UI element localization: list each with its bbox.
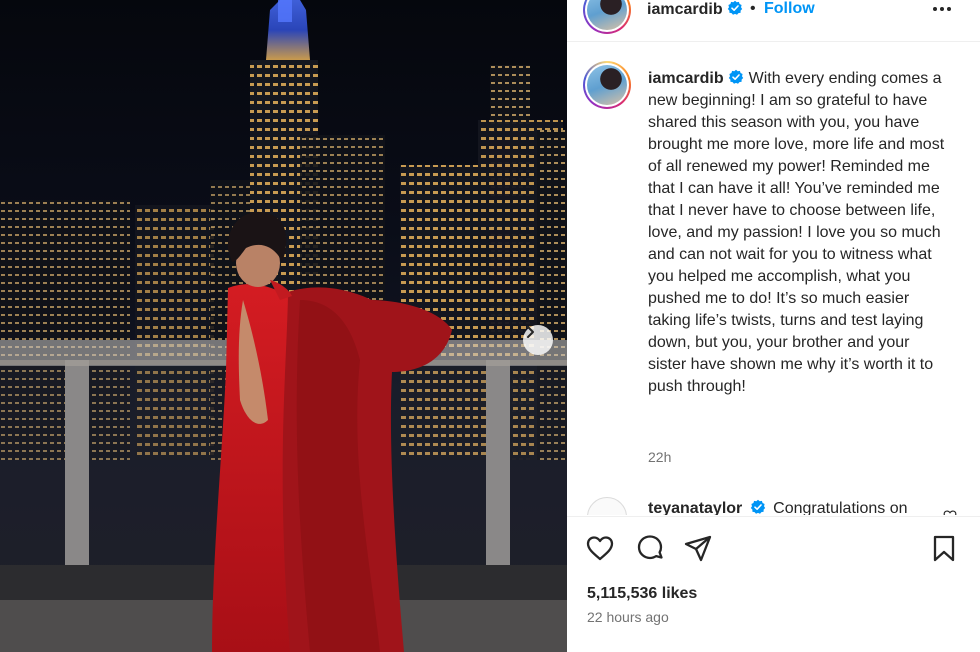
verified-badge-icon	[750, 499, 765, 514]
next-photo-button[interactable]	[523, 325, 553, 355]
post-timestamp[interactable]: 22 hours ago	[587, 609, 669, 625]
commenter-username[interactable]: teyanataylor	[648, 500, 742, 515]
post-header: iamcardib • Follow	[567, 0, 980, 42]
more-options-icon[interactable]	[931, 0, 953, 18]
comment-bubble-icon[interactable]	[635, 533, 665, 563]
paper-plane-icon[interactable]	[683, 533, 713, 563]
commenter-avatar[interactable]	[587, 497, 627, 515]
caption-author-avatar[interactable]	[583, 61, 631, 109]
bookmark-icon[interactable]	[929, 533, 959, 563]
header-separator: •	[750, 0, 756, 17]
verified-badge-icon	[728, 69, 743, 84]
likes-count[interactable]: 5,115,536 likes	[587, 585, 697, 603]
follow-button[interactable]: Follow	[764, 0, 815, 18]
chevron-right-icon	[527, 326, 534, 338]
verified-badge-icon	[727, 0, 743, 15]
post-photo[interactable]	[0, 0, 567, 652]
post-details-panel: iamcardib • Follow iamcardib With every …	[567, 0, 980, 652]
author-username-link[interactable]: iamcardib	[647, 0, 743, 19]
comment-text-line: teyanataylor Congratulations on	[648, 499, 907, 515]
post-actions: 5,115,536 likes 22 hours ago	[567, 516, 980, 652]
post-caption: iamcardib With every ending comes a new …	[648, 68, 948, 398]
heart-icon[interactable]	[585, 533, 615, 563]
caption-timestamp[interactable]: 22h	[648, 449, 671, 465]
author-avatar[interactable]	[583, 0, 631, 34]
caption-username[interactable]: iamcardib	[648, 70, 724, 87]
photo-illustration	[0, 0, 567, 652]
author-username[interactable]: iamcardib	[647, 1, 723, 18]
caption-body: With every ending comes a new beginning!…	[648, 70, 945, 395]
comment-item: teyanataylor Congratulations on	[567, 495, 980, 515]
comment-like-heart-icon[interactable]	[943, 509, 957, 515]
comment-body: Congratulations on	[773, 500, 908, 515]
comments-scroll-area[interactable]: iamcardib With every ending comes a new …	[567, 43, 980, 515]
